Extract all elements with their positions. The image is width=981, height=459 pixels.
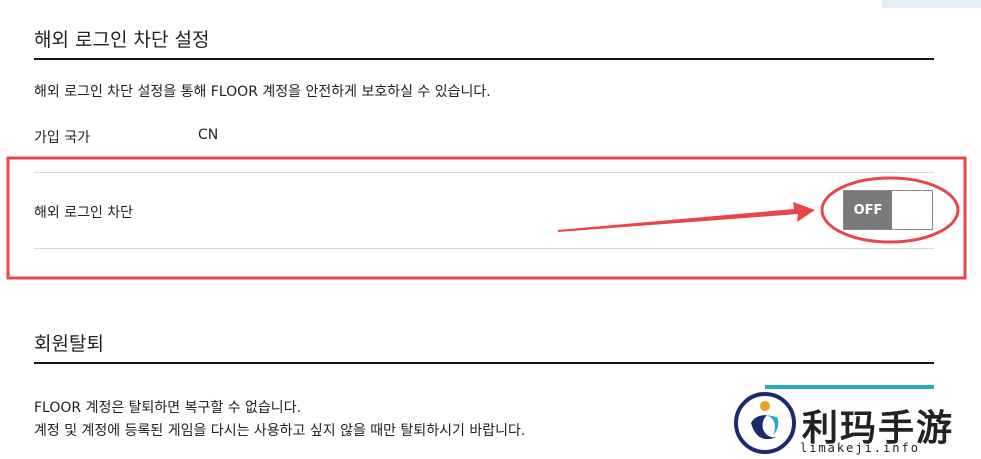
- toggle-state-label: OFF: [844, 191, 892, 229]
- overseas-description: 해외 로그인 차단 설정을 통해 FLOOR 계정을 안전하게 보호하실 수 있…: [34, 84, 491, 100]
- watermark-bar: [765, 385, 934, 389]
- row-divider-top: [34, 172, 934, 173]
- withdraw-line-2: 계정 및 계정에 등록된 게임을 다시는 사용하고 싶지 않을 때만 탈퇴하시기…: [34, 423, 526, 439]
- watermark-logo-icon: [734, 392, 796, 454]
- watermark-url: limakeji.info: [800, 441, 920, 455]
- overseas-block-toggle[interactable]: OFF: [843, 190, 933, 230]
- section-divider: [34, 58, 934, 60]
- row-divider-bottom: [34, 248, 934, 249]
- annotation-highlight-box: [6, 156, 967, 280]
- section-title-overseas-block: 해외 로그인 차단 설정: [34, 29, 210, 51]
- annotation-arrow: [558, 202, 815, 232]
- section-title-withdraw: 회원탈퇴: [34, 333, 104, 355]
- withdraw-line-1: FLOOR 계정은 탈퇴하면 복구할 수 없습니다.: [34, 400, 302, 416]
- block-label: 해외 로그인 차단: [34, 205, 134, 221]
- top-strip: [882, 0, 981, 8]
- country-label: 가입 국가: [34, 130, 90, 146]
- section-divider: [34, 362, 934, 364]
- annotation-overlay: [6, 156, 967, 280]
- country-value: CN: [198, 127, 219, 143]
